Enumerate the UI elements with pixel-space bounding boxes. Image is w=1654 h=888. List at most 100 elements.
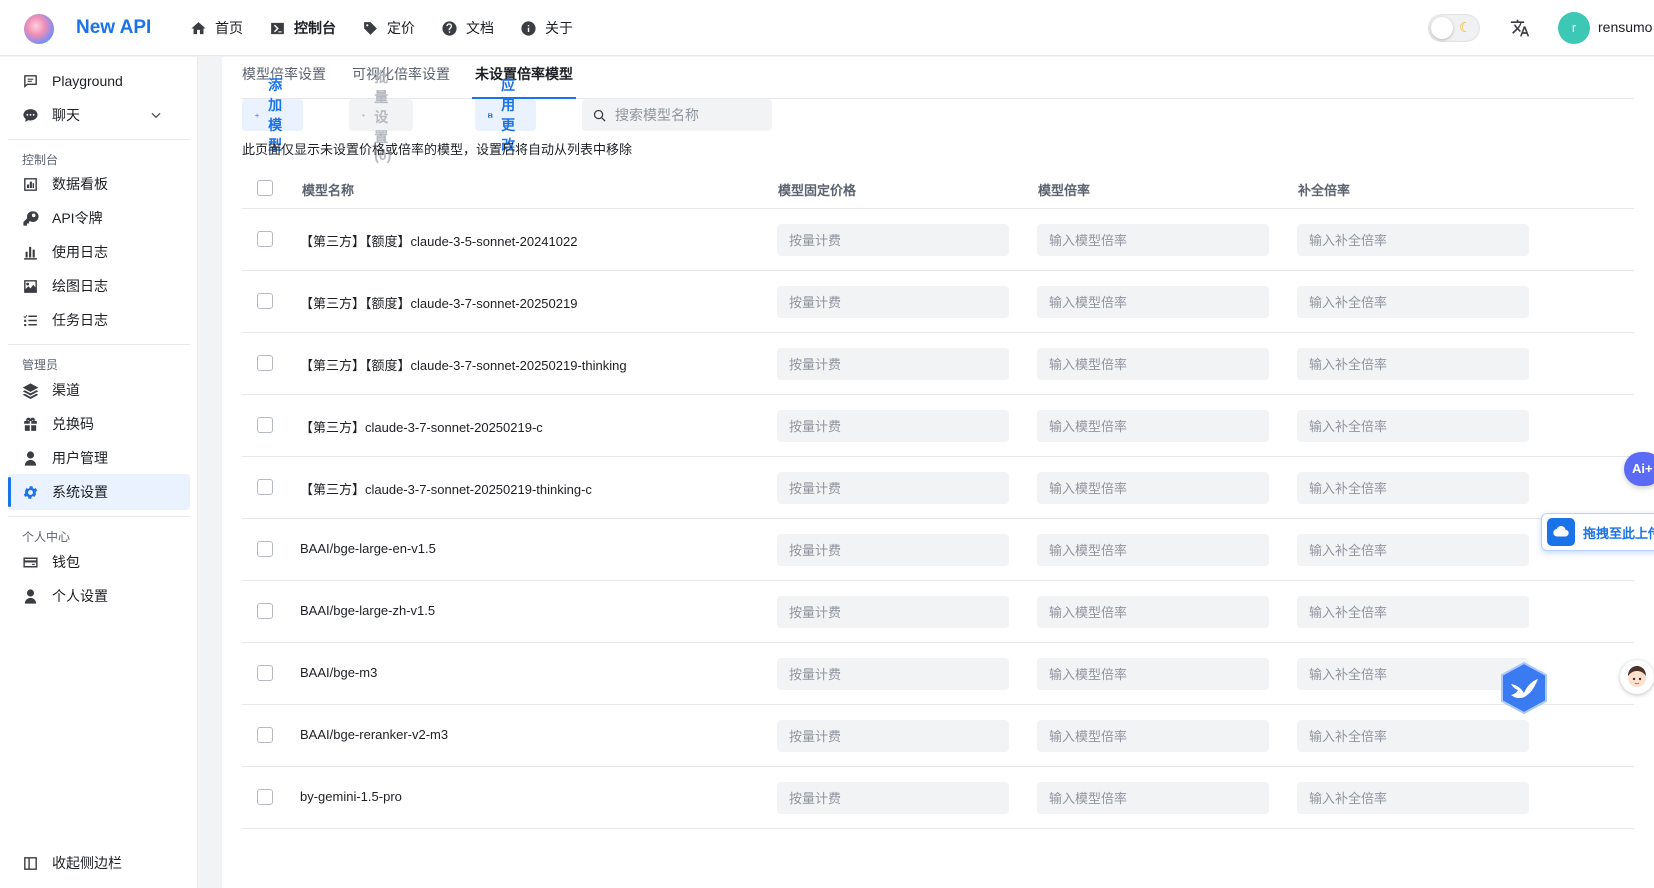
completion-ratio-input[interactable] — [1297, 658, 1529, 690]
drag-upload-widget[interactable]: 拖拽至此上传 — [1541, 513, 1654, 551]
model-ratio-input[interactable] — [1037, 596, 1269, 628]
table-row: 【第三方】【额度】claude-3-5-sonnet-20241022 — [242, 209, 1634, 271]
model-ratio-input[interactable] — [1037, 286, 1269, 318]
sidebar-item-system-settings[interactable]: 系统设置 — [8, 474, 190, 510]
table-row: BAAI/bge-large-zh-v1.5 — [242, 581, 1634, 643]
completion-ratio-input[interactable] — [1297, 596, 1529, 628]
nav-docs[interactable]: 文档 — [441, 18, 494, 38]
row-checkbox[interactable] — [257, 789, 273, 805]
nav-home[interactable]: 首页 — [190, 18, 243, 38]
row-checkbox[interactable] — [257, 541, 273, 557]
collapse-sidebar-button[interactable]: 收起侧边栏 — [22, 853, 122, 873]
sidebar-item-api-token[interactable]: API令牌 — [8, 200, 190, 236]
fixed-price-input[interactable] — [777, 720, 1009, 752]
tab-unset-models[interactable]: 未设置倍率模型 — [472, 57, 576, 99]
completion-ratio-input[interactable] — [1297, 348, 1529, 380]
sidebar-item-label: 使用日志 — [52, 244, 108, 260]
settings-tabs: 模型倍率设置 可视化倍率设置 未设置倍率模型 — [242, 57, 1634, 99]
sidebar-item-wallet[interactable]: 钱包 — [8, 544, 190, 580]
sidebar-item-task-log[interactable]: 任务日志 — [8, 302, 190, 338]
language-icon[interactable] — [1510, 18, 1530, 38]
completion-ratio-input[interactable] — [1297, 410, 1529, 442]
fixed-price-input[interactable] — [777, 782, 1009, 814]
model-search[interactable] — [582, 99, 772, 131]
sidebar-item-playground[interactable]: Playground — [8, 63, 190, 99]
fixed-price-input[interactable] — [777, 534, 1009, 566]
sidebar-item-channels[interactable]: 渠道 — [8, 372, 190, 408]
fixed-price-input[interactable] — [777, 596, 1009, 628]
sidebar-item-usage-log[interactable]: 使用日志 — [8, 234, 190, 270]
character-avatar-icon[interactable] — [1620, 660, 1654, 694]
row-checkbox[interactable] — [257, 665, 273, 681]
fixed-price-input[interactable] — [777, 472, 1009, 504]
sidebar-item-dashboard[interactable]: 数据看板 — [8, 166, 190, 202]
sidebar-item-chat[interactable]: 聊天 — [8, 97, 190, 133]
nav-console[interactable]: 控制台 — [269, 18, 336, 38]
theme-toggle[interactable]: ☾ — [1428, 14, 1480, 42]
row-checkbox[interactable] — [257, 355, 273, 371]
nav-about[interactable]: 关于 — [520, 18, 573, 38]
sidebar-item-redeem-codes[interactable]: 兑换码 — [8, 406, 190, 442]
avatar[interactable]: r — [1558, 12, 1590, 44]
table-row: 【第三方】claude-3-7-sonnet-20250219-thinking… — [242, 457, 1634, 519]
fixed-price-input[interactable] — [777, 224, 1009, 256]
sidebar-item-user-management[interactable]: 用户管理 — [8, 440, 190, 476]
nav-pricing[interactable]: 定价 — [362, 18, 415, 38]
completion-ratio-input[interactable] — [1297, 534, 1529, 566]
bird-assistant-icon[interactable] — [1496, 660, 1552, 716]
fixed-price-input[interactable] — [777, 658, 1009, 690]
sidebar-group-personal: 个人中心 — [22, 530, 71, 544]
row-checkbox[interactable] — [257, 293, 273, 309]
model-name: BAAI/bge-large-zh-v1.5 — [300, 603, 436, 618]
row-checkbox[interactable] — [257, 727, 273, 743]
dashboard-icon — [24, 177, 37, 191]
row-checkbox[interactable] — [257, 231, 273, 247]
home-icon — [191, 21, 206, 34]
user-icon — [24, 588, 37, 604]
fixed-price-input[interactable] — [777, 286, 1009, 318]
search-input[interactable] — [615, 107, 765, 123]
completion-ratio-input[interactable] — [1297, 720, 1529, 752]
add-model-button[interactable]: 添加模型 — [242, 77, 303, 153]
model-ratio-input[interactable] — [1037, 720, 1269, 752]
user-icon — [24, 450, 37, 466]
select-all-checkbox[interactable] — [257, 180, 273, 196]
top-header: New API 首页 控制台 定价 文档 关于 ☾ r rensumo — [0, 0, 1654, 56]
row-checkbox[interactable] — [257, 603, 273, 619]
completion-ratio-input[interactable] — [1297, 224, 1529, 256]
model-ratio-input[interactable] — [1037, 348, 1269, 380]
username[interactable]: rensumo — [1598, 19, 1652, 35]
wallet-icon — [23, 557, 38, 567]
ai-assistant-button[interactable]: Ai+ — [1624, 452, 1654, 486]
model-ratio-input[interactable] — [1037, 534, 1269, 566]
row-checkbox[interactable] — [257, 417, 273, 433]
models-table: 模型名称 模型固定价格 模型倍率 补全倍率 【第三方】【额度】claude-3-… — [242, 167, 1634, 829]
table-body: 【第三方】【额度】claude-3-5-sonnet-20241022 【第三方】… — [242, 209, 1634, 829]
model-ratio-input[interactable] — [1037, 224, 1269, 256]
model-ratio-input[interactable] — [1037, 782, 1269, 814]
fixed-price-input[interactable] — [777, 348, 1009, 380]
sidebar-item-label: 聊天 — [52, 107, 80, 123]
completion-ratio-input[interactable] — [1297, 472, 1529, 504]
completion-ratio-input[interactable] — [1297, 782, 1529, 814]
apply-changes-button[interactable]: 应用更改 — [475, 77, 536, 153]
model-name: by-gemini-1.5-pro — [300, 789, 402, 804]
fixed-price-input[interactable] — [777, 410, 1009, 442]
sidebar-item-personal-settings[interactable]: 个人设置 — [8, 578, 190, 614]
completion-ratio-input[interactable] — [1297, 286, 1529, 318]
brand-title[interactable]: New API — [76, 17, 151, 39]
model-ratio-input[interactable] — [1037, 658, 1269, 690]
table-row: 【第三方】【额度】claude-3-7-sonnet-20250219 — [242, 271, 1634, 333]
batch-set-button[interactable]: 批量设置 (0) — [349, 69, 414, 163]
row-checkbox[interactable] — [257, 479, 273, 495]
gift-icon — [24, 417, 37, 431]
model-name: 【第三方】【额度】claude-3-7-sonnet-20250219-thin… — [300, 358, 627, 373]
collapse-label: 收起侧边栏 — [52, 855, 122, 871]
model-ratio-input[interactable] — [1037, 410, 1269, 442]
sidebar-item-drawing-log[interactable]: 绘图日志 — [8, 268, 190, 304]
moon-icon: ☾ — [1459, 19, 1472, 35]
sidebar-group-admin: 管理员 — [22, 358, 59, 372]
model-ratio-input[interactable] — [1037, 472, 1269, 504]
model-name: 【第三方】【额度】claude-3-7-sonnet-20250219 — [300, 296, 578, 311]
app-logo[interactable] — [24, 14, 54, 44]
